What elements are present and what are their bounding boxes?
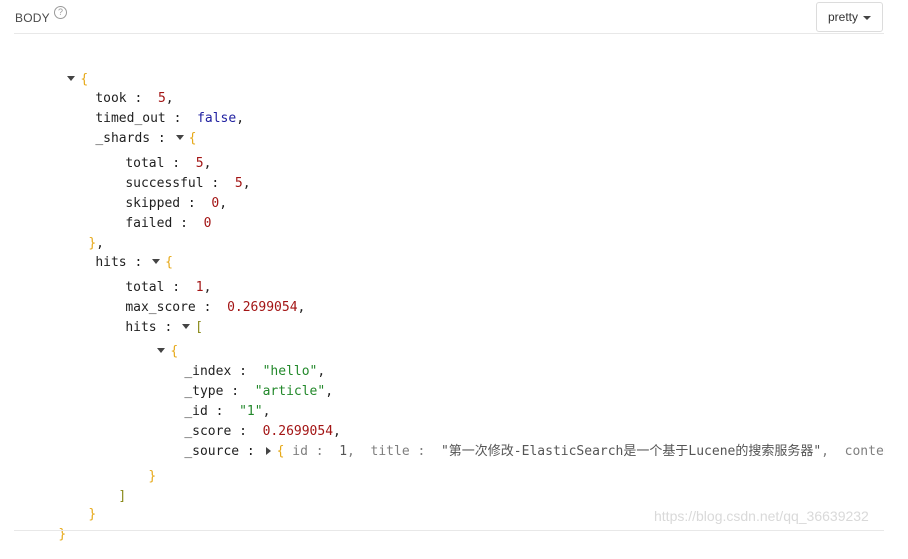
json-row-source: _source : { id : 1, title : "第一次修改-Elast… <box>153 428 885 476</box>
json-key: failed <box>125 216 173 231</box>
source-preview-title-key: title <box>370 444 410 459</box>
json-value: 0.2699054 <box>227 300 298 315</box>
json-key: _source <box>184 444 240 459</box>
root-close: } <box>58 527 67 542</box>
source-preview-id-value: 1 <box>339 444 348 459</box>
json-value: false <box>197 111 237 126</box>
hits-array-collapse-toggle[interactable] <box>182 324 191 329</box>
source-expand-toggle[interactable] <box>265 446 271 455</box>
source-preview-content-key: content <box>844 444 885 459</box>
source-preview-title-value: "第一次修改-ElasticSearch是一个基于Lucene的搜索服务器" <box>440 444 822 459</box>
json-viewer: { took : 5, timed_out : false, _shards :… <box>0 0 908 542</box>
source-preview-id-key: id <box>292 444 308 459</box>
json-value: 5 <box>234 176 243 191</box>
bottom-divider <box>14 530 884 531</box>
watermark: https://blog.csdn.net/qq_36639232 <box>654 508 869 524</box>
json-value: 0 <box>203 216 212 231</box>
